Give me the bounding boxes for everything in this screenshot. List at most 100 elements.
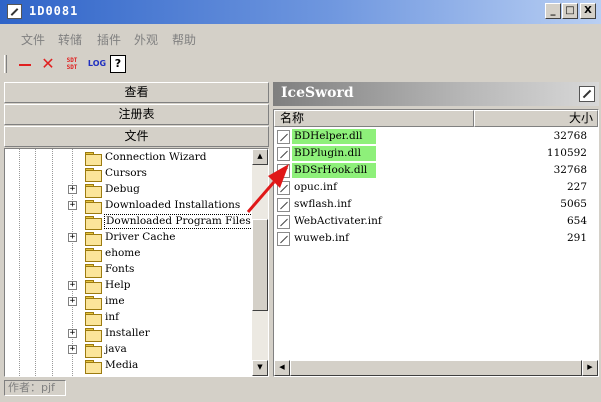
tree-item[interactable]: + ime [5, 294, 254, 310]
tree-item[interactable]: Connection Wizard [5, 150, 254, 166]
tree-item-label: Connection Wizard [105, 151, 207, 163]
file-name: BDSrHook.dll [292, 163, 376, 178]
menu-plugins[interactable]: 插件 [97, 31, 121, 48]
sdt-icon[interactable]: SDT SDT [64, 55, 80, 73]
tree-item[interactable]: + Driver Cache [5, 230, 254, 246]
list-horizontal-scrollbar[interactable]: ◀ ▶ [274, 360, 598, 376]
app-icon [7, 4, 22, 19]
file-size: 110592 [546, 147, 587, 159]
folder-icon [85, 296, 102, 310]
tree-vertical-scrollbar[interactable]: ▲ ▼ [252, 149, 268, 376]
help-icon[interactable]: ? [110, 55, 126, 73]
file-size: 654 [566, 215, 587, 227]
folder-icon [85, 312, 102, 326]
tree-item[interactable]: + Help [5, 278, 254, 294]
panel-icon [579, 86, 595, 102]
folder-icon [85, 200, 102, 214]
left-panel: 查看 注册表 文件 Connection Wizard Cursors + Debug… [4, 82, 269, 377]
file-size: 32768 [553, 164, 587, 176]
file-name: opuc.inf [294, 181, 338, 193]
menu-file[interactable]: 文件 [21, 31, 45, 48]
file-size: 32768 [553, 130, 587, 142]
tree-item[interactable]: ehome [5, 246, 254, 262]
expand-icon[interactable]: + [68, 281, 77, 290]
folder-icon [85, 264, 102, 278]
file-size: 5065 [560, 198, 587, 210]
file-list[interactable]: 名称 大小 BDHelper.dll 32768 BDPlugin.dll 11059… [273, 109, 599, 377]
file-row[interactable]: wuweb.inf 291 [274, 230, 598, 247]
file-row[interactable]: BDHelper.dll 32768 [274, 128, 598, 145]
tree-item-label: Help [105, 279, 131, 291]
tree-item[interactable]: + Installer [5, 326, 254, 342]
menu-appearance[interactable]: 外观 [134, 31, 158, 48]
minimize-button[interactable]: _ [545, 3, 561, 19]
file-icon [277, 181, 290, 195]
tree-item-label: Installer [105, 327, 150, 339]
file-icon [277, 164, 290, 178]
maximize-button[interactable]: □ [562, 3, 578, 19]
folder-tree[interactable]: Connection Wizard Cursors + Debug + Downloade… [4, 148, 269, 377]
scroll-down-icon[interactable]: ▼ [252, 360, 268, 376]
expand-icon[interactable]: + [68, 297, 77, 306]
file-row[interactable]: BDSrHook.dll 32768 [274, 162, 598, 179]
tab-files[interactable]: 文件 [4, 126, 269, 147]
status-bar: 作者：pjf [4, 380, 66, 396]
folder-icon [85, 360, 102, 374]
log-icon[interactable]: LOG [86, 55, 108, 73]
column-name[interactable]: 名称 [274, 110, 474, 127]
file-icon [277, 130, 290, 144]
tree-item[interactable]: Fonts [5, 262, 254, 278]
folder-icon [85, 168, 102, 182]
title-bar: 1D0081 _ □ X [0, 0, 601, 24]
file-size: 291 [566, 232, 587, 244]
tree-item[interactable]: + Downloaded Installations [5, 198, 254, 214]
menu-bar: 文件 转储 插件 外观 帮助 [0, 29, 601, 49]
expand-icon[interactable]: + [68, 185, 77, 194]
expand-icon[interactable]: + [68, 233, 77, 242]
tree-item-label: Downloaded Installations [105, 199, 241, 211]
file-row[interactable]: opuc.inf 227 [274, 179, 598, 196]
tree-item[interactable]: inf [5, 310, 254, 326]
tree-item-label: Debug [105, 183, 140, 195]
folder-icon [85, 248, 102, 262]
file-name: BDPlugin.dll [292, 146, 376, 161]
scroll-thumb[interactable] [252, 219, 268, 311]
folder-icon [85, 184, 102, 198]
toolbar: ✕ SDT SDT LOG ? [0, 52, 601, 76]
tree-item[interactable]: Media [5, 358, 254, 374]
file-icon [277, 147, 290, 161]
tree-item[interactable]: + Debug [5, 182, 254, 198]
file-icon [277, 232, 290, 246]
tree-item[interactable]: Cursors [5, 166, 254, 182]
file-name: WebActivater.inf [294, 215, 382, 227]
delete-icon[interactable]: ✕ [40, 55, 56, 73]
folder-icon [85, 216, 102, 230]
expand-icon[interactable]: + [68, 201, 77, 210]
menu-help[interactable]: 帮助 [172, 31, 196, 48]
scroll-up-icon[interactable]: ▲ [252, 149, 268, 165]
file-row[interactable]: WebActivater.inf 654 [274, 213, 598, 230]
tab-view[interactable]: 查看 [4, 82, 269, 103]
expand-icon[interactable]: + [68, 329, 77, 338]
menu-dump[interactable]: 转储 [58, 31, 82, 48]
close-button[interactable]: X [580, 3, 596, 19]
column-size[interactable]: 大小 [474, 110, 598, 127]
tree-item[interactable]: Downloaded Program Files [5, 214, 254, 230]
scroll-left-icon[interactable]: ◀ [274, 360, 290, 376]
minimize-icon[interactable] [17, 55, 33, 73]
folder-icon [85, 152, 102, 166]
folder-icon [85, 232, 102, 246]
tab-registry[interactable]: 注册表 [4, 104, 269, 125]
window-title: 1D0081 [29, 4, 79, 18]
file-row[interactable]: BDPlugin.dll 110592 [274, 145, 598, 162]
file-name: wuweb.inf [294, 232, 350, 244]
file-row[interactable]: swflash.inf 5065 [274, 196, 598, 213]
scroll-right-icon[interactable]: ▶ [582, 360, 598, 376]
expand-icon[interactable]: + [68, 345, 77, 354]
scroll-thumb[interactable] [290, 360, 582, 376]
tree-item-label: Fonts [105, 263, 135, 275]
tree-item[interactable]: + java [5, 342, 254, 358]
file-name: BDHelper.dll [292, 129, 376, 144]
tree-item-label: java [105, 343, 127, 355]
file-size: 227 [566, 181, 587, 193]
